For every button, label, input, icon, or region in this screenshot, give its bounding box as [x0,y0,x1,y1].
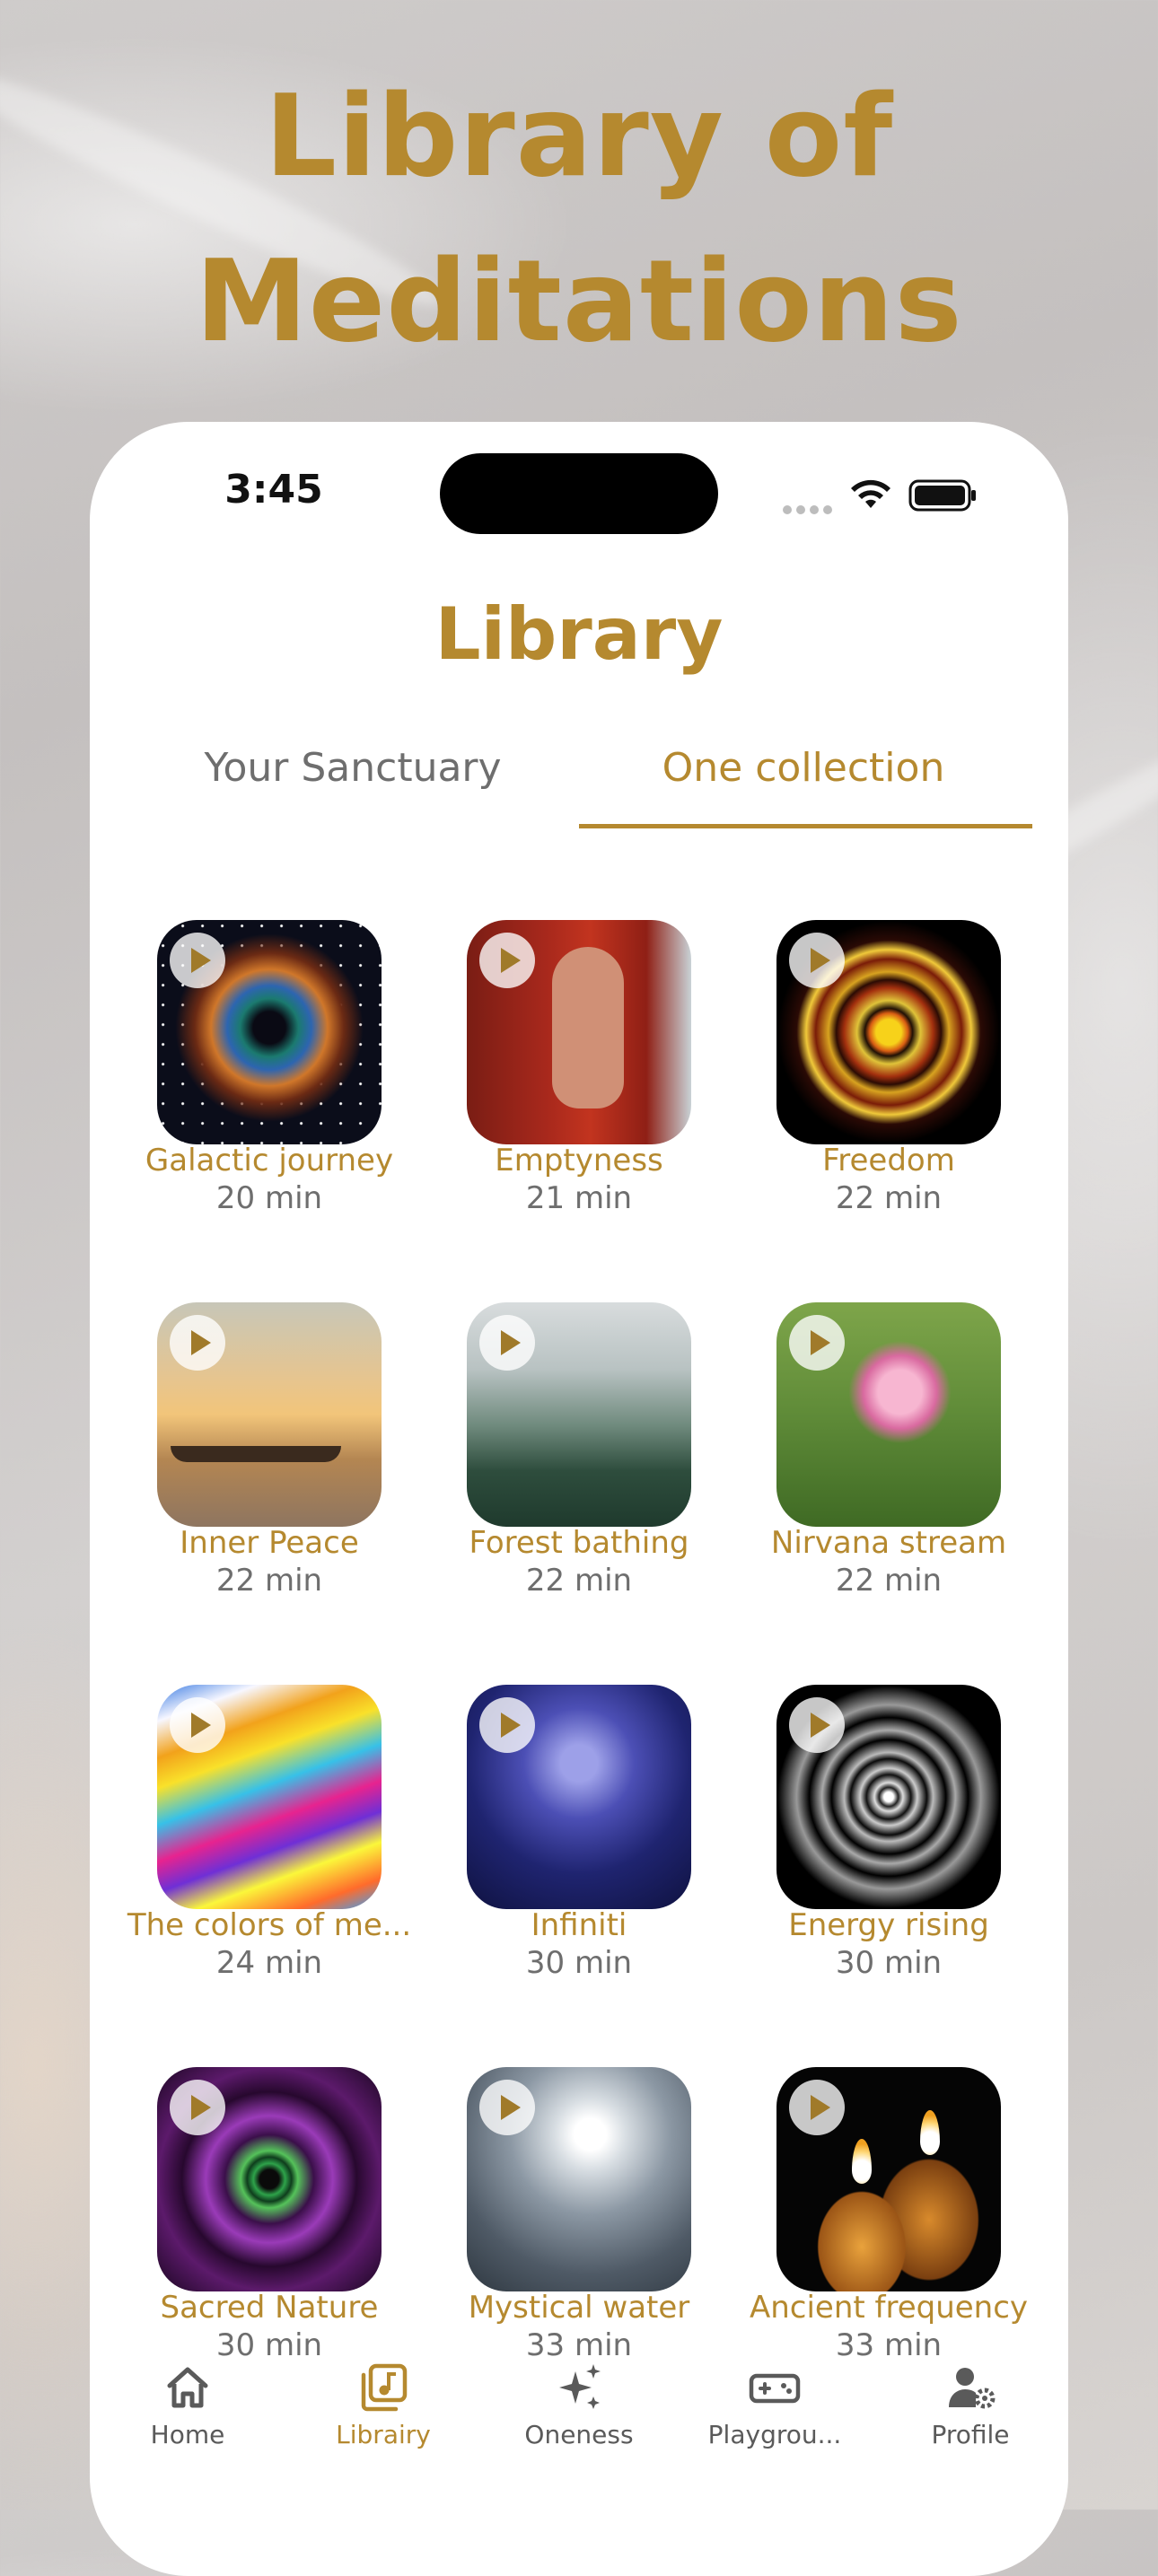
nav-profile[interactable]: Profile [873,2361,1068,2449]
meditation-title: Mystical water [468,2290,690,2326]
meditation-duration: 24 min [215,1945,323,1981]
meditation-card[interactable]: Freedom 22 min [736,920,1041,1216]
nav-label: Oneness [524,2420,634,2449]
home-icon [167,2367,208,2408]
wifi-icon [851,479,890,508]
meditation-thumbnail [467,920,691,1144]
meditation-duration: 30 min [525,1945,633,1981]
meditation-duration: 30 min [835,1945,943,1981]
play-icon[interactable] [170,1315,225,1371]
meditation-card[interactable]: Emptyness 21 min [426,920,732,1216]
meditation-title: The colors of me... [127,1907,412,1943]
meditation-title: Galactic journey [145,1143,394,1178]
music-library-icon [361,2363,408,2412]
sparkles-icon [559,2364,601,2409]
page-title: Library [434,592,724,676]
meditation-title: Inner Peace [180,1525,359,1561]
meditation-card[interactable]: Nirvana stream 22 min [736,1302,1041,1599]
meditation-thumbnail [776,1302,1001,1527]
meditation-thumbnail [776,1685,1001,1909]
nav-label: Librairy [336,2420,431,2449]
meditation-title: Freedom [822,1143,955,1178]
nav-label: Home [150,2420,225,2449]
hero-title: Library of Meditations [0,54,1158,384]
hero-title-line-1: Library of [264,70,894,202]
active-tab-indicator [579,824,1032,828]
meditation-duration: 21 min [525,1180,633,1216]
nav-label: Profile [931,2420,1010,2449]
play-icon[interactable] [789,933,845,988]
play-icon[interactable] [479,1315,535,1371]
dynamic-island [440,453,718,534]
play-icon[interactable] [170,2080,225,2135]
battery-icon [908,479,976,512]
profile-gear-icon [949,2368,996,2409]
meditation-duration: 22 min [525,1563,633,1599]
meditation-duration: 22 min [835,1180,943,1216]
meditation-thumbnail [467,1302,691,1527]
status-time: 3:45 [224,467,323,513]
meditation-title: Sacred Nature [160,2290,379,2326]
meditation-duration: 33 min [835,2327,943,2363]
nav-library[interactable]: Librairy [285,2361,481,2449]
nav-oneness[interactable]: Oneness [481,2361,677,2449]
tab-your-sanctuary[interactable]: Your Sanctuary [128,745,577,791]
play-icon[interactable] [479,2080,535,2135]
meditation-duration: 33 min [525,2327,633,2363]
nav-label: Playgrou... [707,2420,842,2449]
play-icon[interactable] [170,1697,225,1753]
meditation-thumbnail [467,1685,691,1909]
meditation-title: Nirvana stream [770,1525,1007,1561]
meditation-card[interactable]: The colors of me... 24 min [117,1685,422,1981]
meditation-title: Infiniti [531,1907,627,1943]
play-icon[interactable] [170,933,225,988]
nav-home[interactable]: Home [90,2361,285,2449]
meditation-card[interactable]: Energy rising 30 min [736,1685,1041,1981]
play-icon[interactable] [789,1697,845,1753]
meditation-thumbnail [776,2067,1001,2291]
meditation-thumbnail [776,920,1001,1144]
meditation-card[interactable]: Ancient frequency 33 min [736,2067,1041,2363]
play-icon[interactable] [789,1315,845,1371]
gamepad-icon [749,2373,801,2404]
meditation-title: Ancient frequency [749,2290,1029,2326]
meditation-duration: 22 min [215,1563,323,1599]
tab-one-collection[interactable]: One collection [579,745,1028,791]
meditation-thumbnail [157,1685,382,1909]
meditation-title: Emptyness [495,1143,663,1178]
meditation-card[interactable]: Inner Peace 22 min [117,1302,422,1599]
play-icon[interactable] [789,2080,845,2135]
meditation-card[interactable]: Galactic journey 20 min [117,920,422,1216]
cellular-signal-icon [783,501,837,518]
meditation-card[interactable]: Forest bathing 22 min [426,1302,732,1599]
meditation-thumbnail [157,1302,382,1527]
meditation-thumbnail [157,920,382,1144]
meditation-title: Energy rising [788,1907,989,1943]
meditation-duration: 20 min [215,1180,323,1216]
meditation-thumbnail [467,2067,691,2291]
play-icon[interactable] [479,933,535,988]
meditation-card[interactable]: Mystical water 33 min [426,2067,732,2363]
hero-title-line-2: Meditations [195,235,963,367]
meditation-thumbnail [157,2067,382,2291]
bottom-navigation: Home Librairy Oneness Playgrou... Profil… [90,2361,1068,2477]
meditation-card[interactable]: Infiniti 30 min [426,1685,732,1981]
meditation-duration: 30 min [215,2327,323,2363]
meditation-card[interactable]: Sacred Nature 30 min [117,2067,422,2363]
meditation-title: Forest bathing [469,1525,689,1561]
play-icon[interactable] [479,1697,535,1753]
meditation-duration: 22 min [835,1563,943,1599]
nav-playground[interactable]: Playgrou... [677,2361,873,2449]
